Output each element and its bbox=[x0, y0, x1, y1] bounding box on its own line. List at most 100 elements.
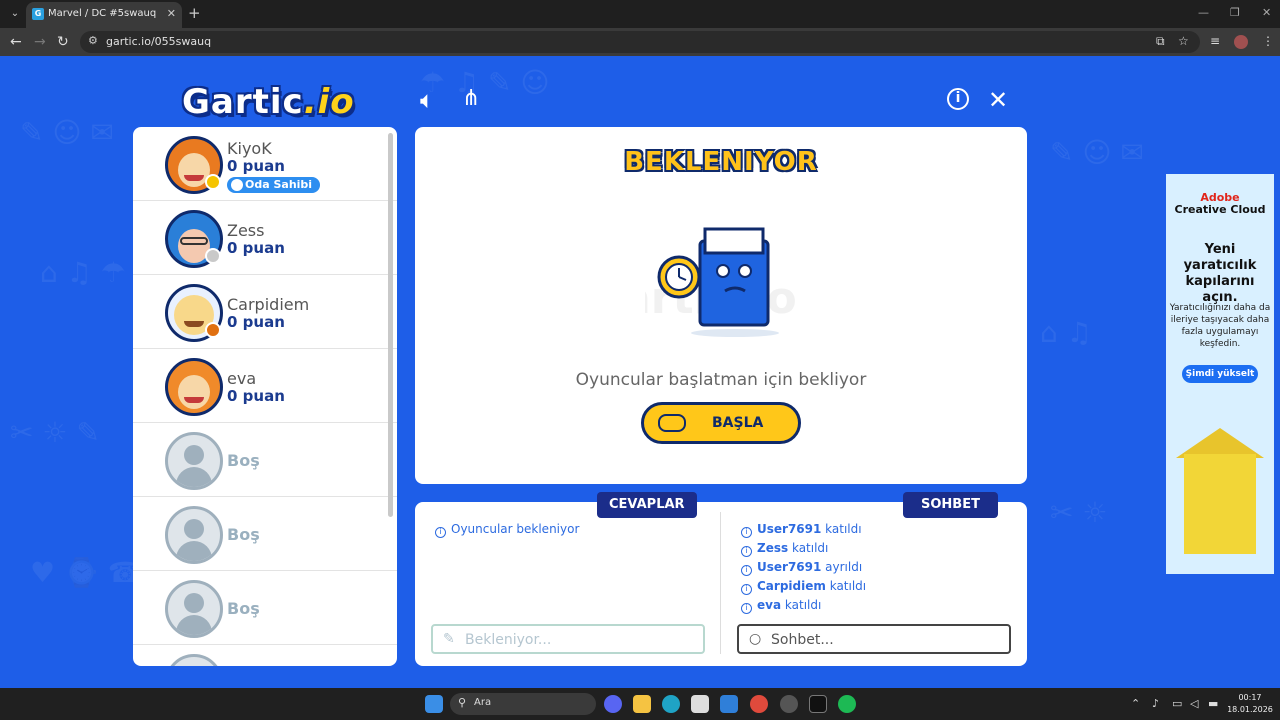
ad-house-image bbox=[1184, 454, 1256, 554]
url-text: gartic.io/055swauq bbox=[106, 35, 212, 48]
status-title: BEKLENIYOR bbox=[624, 147, 818, 177]
info-icon: i bbox=[435, 527, 446, 538]
start-icon[interactable] bbox=[425, 695, 443, 713]
info-icon: i bbox=[741, 603, 752, 614]
close-icon[interactable]: ✕ bbox=[988, 86, 1008, 114]
ad-banner[interactable]: Adobe Creative Cloud Yeni yaratıcılık kap… bbox=[1166, 174, 1274, 574]
answer-input[interactable]: ✎ Bekleniyor... bbox=[431, 624, 705, 654]
empty-slot: Boş bbox=[133, 423, 397, 497]
browser-menu-icon[interactable]: ⋮ bbox=[1262, 34, 1274, 48]
empty-slot: Boş bbox=[133, 571, 397, 645]
search-icon: ⚲ bbox=[458, 696, 467, 709]
chat-message: i Zess katıldı bbox=[741, 541, 828, 557]
store-icon[interactable] bbox=[691, 695, 709, 713]
chrome-icon[interactable] bbox=[750, 695, 768, 713]
start-label: BAŞLA bbox=[712, 415, 764, 431]
room-owner-badge: Oda Sahibi bbox=[227, 177, 321, 193]
chat-message: i User7691 ayrıldı bbox=[741, 560, 862, 576]
player-name: KiyoK bbox=[227, 139, 272, 158]
tab-chat[interactable]: SOHBET bbox=[903, 492, 998, 518]
edge-icon[interactable] bbox=[662, 695, 680, 713]
clock[interactable]: 00:17 18.01.2026 bbox=[1226, 692, 1274, 716]
taskbar: ⚲ Ara ⌃ ♪ ▭ ◁ ▬ 00:17 18.01.2026 bbox=[0, 688, 1280, 720]
tab-answers[interactable]: CEVAPLAR bbox=[597, 492, 697, 518]
answers-chat-panel: CEVAPLAR SOHBET i Oyuncular bekleniyor iU… bbox=[415, 492, 1027, 666]
tab-close-icon[interactable]: ✕ bbox=[167, 7, 176, 20]
info-icon: i bbox=[741, 584, 752, 595]
file-explorer-icon[interactable] bbox=[633, 695, 651, 713]
taskbar-search[interactable]: ⚲ Ara bbox=[450, 693, 596, 715]
gartic-logo: Gartic.io bbox=[182, 82, 355, 122]
pencil-icon: ✎ bbox=[443, 631, 455, 647]
ad-cta-button[interactable]: Şimdi yükselt bbox=[1182, 365, 1258, 383]
player-name: Carpidiem bbox=[227, 295, 310, 314]
empty-slot-label: Boş bbox=[227, 451, 260, 470]
new-tab-button[interactable]: + bbox=[188, 4, 201, 22]
info-icon: i bbox=[741, 546, 752, 557]
share-icon[interactable]: ⋔ bbox=[462, 86, 480, 111]
info-icon[interactable]: i bbox=[947, 88, 969, 110]
display-icon[interactable]: ▭ bbox=[1172, 697, 1182, 710]
browser-tab-bar: ⌄ G Marvel / DC #5swauq (Türkçe) ✕ + — ❐… bbox=[0, 0, 1280, 28]
chevron-up-icon[interactable]: ⌃ bbox=[1131, 697, 1140, 710]
tab-search-button[interactable]: ⌄ bbox=[6, 5, 24, 23]
player-row[interactable]: eva 0 puan bbox=[133, 349, 397, 423]
bg-pattern-icon: ♥ ⌚ ☎ bbox=[30, 556, 143, 589]
empty-slot: Boş bbox=[133, 497, 397, 571]
waiting-mascot-icon: Gartic.io bbox=[645, 227, 797, 337]
maximize-button[interactable]: ❐ bbox=[1230, 6, 1240, 19]
avatar bbox=[165, 358, 223, 416]
discord-icon[interactable] bbox=[604, 695, 622, 713]
install-app-icon[interactable]: ⧉ bbox=[1156, 34, 1165, 49]
mic-icon[interactable]: ♪ bbox=[1152, 697, 1159, 710]
owner-icon bbox=[231, 179, 243, 191]
bg-pattern-icon: ⌂ ♫ bbox=[1040, 316, 1092, 349]
ad-brand: Adobe Creative Cloud bbox=[1174, 191, 1266, 216]
bg-pattern-icon: ⌂ ♫ ☂ bbox=[40, 256, 126, 289]
player-row[interactable]: KiyoK 0 puan Oda Sahibi bbox=[133, 127, 397, 201]
back-icon[interactable]: ← bbox=[10, 34, 22, 50]
empty-slot-label: Boş bbox=[227, 599, 260, 618]
volume-icon[interactable]: ◁ bbox=[1190, 697, 1198, 710]
browser-tab[interactable]: G Marvel / DC #5swauq (Türkçe) ✕ bbox=[26, 2, 182, 28]
minimize-button[interactable]: — bbox=[1198, 6, 1209, 19]
profile-avatar[interactable] bbox=[1234, 35, 1248, 49]
bg-pattern-icon: ✎ ☺ ✉ bbox=[1050, 136, 1144, 169]
ad-headline: Yeni yaratıcılık kapılarını açın. bbox=[1183, 242, 1257, 305]
panel-divider bbox=[720, 512, 721, 654]
empty-slot bbox=[133, 645, 397, 666]
players-scrollbar[interactable] bbox=[388, 133, 393, 517]
window-close-button[interactable]: ✕ bbox=[1262, 6, 1271, 19]
chat-message: i Carpidiem katıldı bbox=[741, 579, 866, 595]
site-info-icon[interactable]: ⚙ bbox=[88, 34, 98, 47]
player-row[interactable]: Zess 0 puan bbox=[133, 201, 397, 275]
sound-icon[interactable]: 🔈︎ bbox=[420, 86, 434, 114]
player-status-dot bbox=[205, 322, 221, 338]
empty-avatar-icon bbox=[165, 580, 223, 638]
app-icon[interactable] bbox=[780, 695, 798, 713]
player-status-dot bbox=[205, 248, 221, 264]
status-text: Oyuncular başlatman için bekliyor bbox=[575, 370, 867, 390]
tab-title: Marvel / DC #5swauq (Türkçe) bbox=[48, 8, 158, 19]
player-name: eva bbox=[227, 369, 257, 388]
players-panel: KiyoK 0 puan Oda Sahibi Zess 0 puan Carp… bbox=[133, 127, 397, 666]
reload-icon[interactable]: ↻ bbox=[57, 34, 69, 50]
chat-input[interactable]: ○ Sohbet... bbox=[737, 624, 1011, 654]
forward-icon[interactable]: → bbox=[34, 34, 46, 50]
media-control-icon[interactable]: ≡ bbox=[1210, 34, 1220, 48]
bg-pattern-icon: ✎ ☺ ✉ bbox=[20, 116, 114, 149]
gamepad-icon bbox=[658, 414, 686, 432]
battery-icon[interactable]: ▬ bbox=[1208, 697, 1218, 710]
empty-avatar-icon bbox=[165, 654, 223, 666]
mail-icon[interactable] bbox=[720, 695, 738, 713]
player-row[interactable]: Carpidiem 0 puan bbox=[133, 275, 397, 349]
spotify-icon[interactable] bbox=[838, 695, 856, 713]
start-button[interactable]: BAŞLA bbox=[641, 402, 801, 444]
player-status-dot bbox=[205, 174, 221, 190]
waiting-card: BEKLENIYOR Gartic.io Oyuncular başlatman… bbox=[415, 127, 1027, 484]
url-field[interactable]: ⚙ gartic.io/055swauq bbox=[80, 31, 1200, 53]
chat-message: i User7691 katıldı bbox=[741, 522, 862, 538]
bookmark-star-icon[interactable]: ☆ bbox=[1178, 34, 1189, 48]
epic-games-icon[interactable] bbox=[809, 695, 827, 713]
bg-pattern-icon: ✂ ☼ ✎ bbox=[10, 416, 100, 449]
